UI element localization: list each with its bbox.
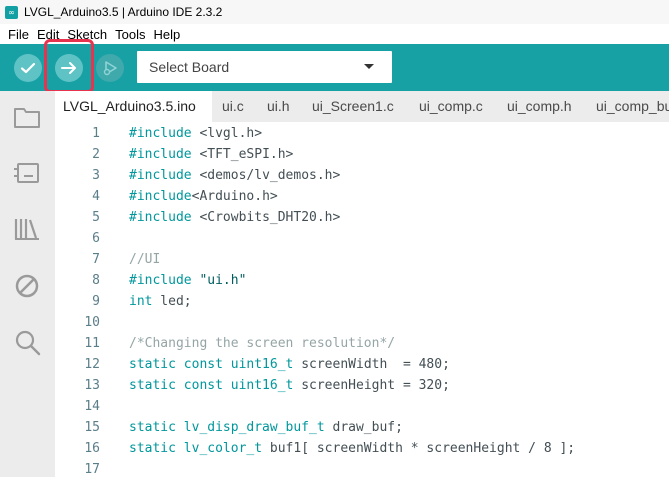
folder-icon[interactable] [13,103,41,131]
code-token: buf1[ screenWidth * screenHeight / 8 ]; [262,441,576,456]
board-selector[interactable]: Select Board [137,51,392,83]
code-token: led; [152,294,192,309]
line-number: 12 [84,357,100,372]
activity-sidebar [0,91,55,477]
code-line[interactable]: 4 #include<Arduino.h> [55,186,669,207]
code-line[interactable]: 11 /*Changing the screen resolution*/ [55,333,669,354]
tab-ui-comp-c[interactable]: ui_comp.c [419,91,483,122]
code-token: static lv_color_t [129,441,263,456]
code-token: screenHeight = 320; [293,378,450,393]
code-token: <Crowbits_DHT20.h> [191,210,341,225]
tab-ui-comp-h[interactable]: ui_comp.h [507,91,572,122]
code-token: /*Changing the screen resolution*/ [129,336,396,351]
code-line[interactable]: 2 #include <TFT_eSPI.h> [55,144,669,165]
code-token: static lv_disp_draw_buf_t [129,420,325,435]
code-token: #include [129,273,192,288]
line-number: 6 [92,231,100,246]
line-number: 9 [92,294,100,309]
line-number: 2 [92,147,100,162]
code-editor[interactable]: 1 #include <lvgl.h> 2 #include <TFT_eSPI.h>… [55,122,669,477]
code-line[interactable]: 16 static lv_color_t buf1[ screenWidth * … [55,438,669,459]
code-token: static const uint16_t [129,378,294,393]
code-line[interactable]: 8 #include "ui.h" [55,270,669,291]
upload-button-highlight [44,39,94,93]
verify-button[interactable] [14,54,42,82]
code-token: static const uint16_t [129,357,294,372]
line-number: 13 [84,378,100,393]
code-text: static lv_disp_draw_buf_t draw_buf; [129,417,403,438]
line-number: 15 [84,420,100,435]
code-text: #include <lvgl.h> [129,123,262,144]
arduino-logo-icon: ∞ [5,5,18,19]
line-number: 8 [92,273,100,288]
code-text: static const uint16_t screenWidth = 480; [129,354,450,375]
line-number: 10 [84,315,100,330]
code-token: screenWidth = 480; [293,357,450,372]
tab-ui-h[interactable]: ui.h [267,91,290,122]
code-token: //UI [129,252,161,267]
menu-bar: File Edit Sketch Tools Help [0,24,669,44]
code-token: #include [129,168,192,183]
editor-tabs: LVGL_Arduino3.5.ino ui.c ui.h ui_Screen1… [55,91,669,122]
code-text: #include <Crowbits_DHT20.h> [129,207,340,228]
menu-file[interactable]: File [8,27,29,42]
code-text: static lv_color_t buf1[ screenWidth * sc… [129,438,575,459]
line-number: 16 [84,441,100,456]
line-number: 4 [92,189,100,204]
line-number: 3 [92,168,100,183]
board-select-label: Select Board [149,59,230,75]
code-line[interactable]: 9 int led; [55,291,669,312]
tab-lvgl-arduino-ino[interactable]: LVGL_Arduino3.5.ino [55,91,212,122]
library-icon[interactable] [13,215,41,243]
board-manager-icon[interactable] [13,159,41,187]
line-number: 7 [92,252,100,267]
checkmark-icon [20,62,36,74]
line-number: 1 [92,126,100,141]
code-text: static const uint16_t screenHeight = 320… [129,375,450,396]
tab-ui-comp-bu[interactable]: ui_comp_bu [596,91,669,122]
code-line[interactable]: 12 static const uint16_t screenWidth = 48… [55,354,669,375]
code-token: draw_buf; [324,420,403,435]
menu-tools[interactable]: Tools [115,27,145,42]
code-line[interactable]: 6 [55,228,669,249]
code-text: #include<Arduino.h> [129,186,278,207]
code-token: #include [129,126,192,141]
chevron-down-icon [364,64,374,69]
code-line[interactable]: 1 #include <lvgl.h> [55,123,669,144]
code-text: #include "ui.h" [129,270,246,291]
tab-ui-c[interactable]: ui.c [222,91,244,122]
code-text: #include <TFT_eSPI.h> [129,144,293,165]
code-line[interactable]: 13 static const uint16_t screenHeight = 3… [55,375,669,396]
debug-icon[interactable] [13,272,41,300]
window-title: LVGL_Arduino3.5 | Arduino IDE 2.3.2 [24,5,223,19]
tab-ui-screen1-c[interactable]: ui_Screen1.c [312,91,394,122]
search-icon[interactable] [13,328,41,356]
code-token: int [129,294,153,309]
code-line[interactable]: 5 #include <Crowbits_DHT20.h> [55,207,669,228]
code-token: #include [129,189,192,204]
code-text: //UI [129,249,160,270]
line-number: 14 [84,399,100,414]
code-line[interactable]: 10 [55,312,669,333]
code-line[interactable]: 3 #include <demos/lv_demos.h> [55,165,669,186]
code-token: <TFT_eSPI.h> [191,147,294,162]
code-token: <demos/lv_demos.h> [191,168,341,183]
code-text: int led; [129,291,192,312]
code-text: /*Changing the screen resolution*/ [129,333,395,354]
debug-button[interactable] [96,54,124,82]
title-bar: ∞ LVGL_Arduino3.5 | Arduino IDE 2.3.2 [0,0,669,24]
code-line[interactable]: 14 [55,396,669,417]
debug-play-icon [103,61,117,76]
code-token: <lvgl.h> [191,126,263,141]
code-line[interactable]: 7 //UI [55,249,669,270]
code-token: "ui.h" [191,273,247,288]
menu-help[interactable]: Help [153,27,180,42]
line-number: 11 [84,336,100,351]
code-line[interactable]: 15 static lv_disp_draw_buf_t draw_buf; [55,417,669,438]
code-token: <Arduino.h> [191,189,278,204]
line-number: 5 [92,210,100,225]
code-token: #include [129,210,192,225]
code-token: #include [129,147,192,162]
code-text: #include <demos/lv_demos.h> [129,165,340,186]
